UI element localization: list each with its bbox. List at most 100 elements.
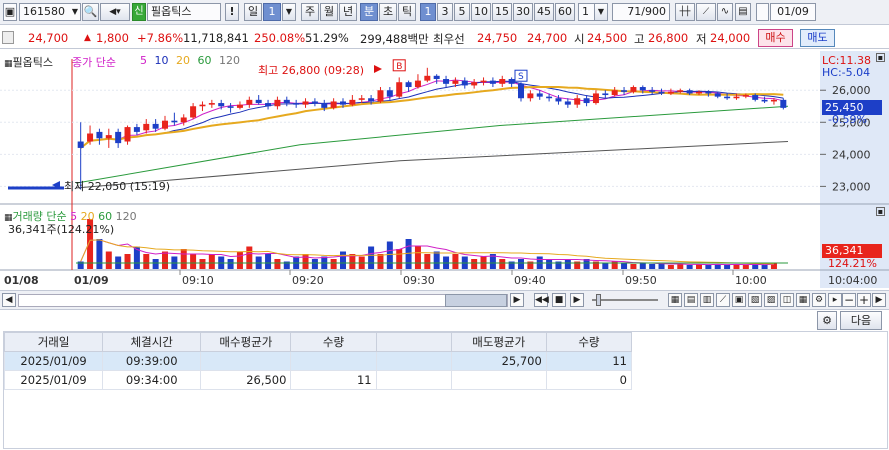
tool-3-icon[interactable]: ▥	[700, 293, 714, 307]
zoom-slider-handle[interactable]	[596, 294, 601, 306]
open-label: 시	[574, 32, 585, 46]
tool-2-icon[interactable]: ▤	[684, 293, 698, 307]
col-exec-time: 체결시간	[102, 332, 202, 352]
tool-9-icon[interactable]: ▦	[796, 293, 810, 307]
scroll-right-button[interactable]: ▶	[510, 293, 524, 307]
candle	[621, 90, 628, 92]
zoom-out-button[interactable]: −	[842, 293, 856, 307]
quote-menu-icon[interactable]	[2, 31, 14, 44]
page-count-field[interactable]: 71/900	[612, 3, 670, 21]
tool-8-icon[interactable]: ◫	[780, 293, 794, 307]
sell-button[interactable]: 매도	[800, 29, 835, 47]
trade-history-panel: ⚙ 다음 거래일 체결시간 매수평균가 수량 매도평균가 수량 2025/01/…	[0, 310, 889, 450]
minute-3-button[interactable]: 3	[437, 3, 453, 21]
stock-code-input[interactable]: 161580 ▼	[19, 3, 81, 21]
chart-scrollbar[interactable]: ◀ ▶ ◀◀ ■ ▶ ▦ ▤ ▥ ⟋ ▣ ▧ ▨ ◫ ▦ ⚙ ▸ − + ▶	[0, 290, 889, 310]
period-year-button[interactable]: 년	[339, 3, 357, 21]
minute-30-button[interactable]: 30	[513, 3, 533, 21]
stop-icon[interactable]: ■	[552, 293, 566, 307]
trade-table: 거래일 체결시간 매수평균가 수량 매도평균가 수량 2025/01/09 09…	[3, 332, 633, 390]
candle-type-icon[interactable]: ┼┼	[675, 3, 695, 21]
period-tick-button[interactable]: 틱	[398, 3, 416, 21]
y-tick-label: 23,000	[832, 180, 871, 193]
line-type-icon[interactable]: ⟋	[696, 3, 716, 21]
minute-5-button[interactable]: 5	[454, 3, 470, 21]
minute-1-button[interactable]: 1	[420, 3, 436, 21]
period-day-button[interactable]: 일	[244, 3, 262, 21]
minute-45-button[interactable]: 45	[534, 3, 554, 21]
volume-bar	[208, 254, 215, 269]
vol-pane-close-icon[interactable]: ▪	[876, 207, 885, 216]
cell-buy-qty: 11	[290, 370, 377, 390]
chart-more-icon[interactable]: ▸	[828, 293, 842, 307]
y-tick-label: 24,000	[832, 148, 871, 161]
trade-amount: 299,488백만	[360, 32, 429, 46]
day-count-field[interactable]: 1	[263, 3, 281, 21]
cell-buy-avg: 26,500	[200, 370, 292, 390]
volume-bar	[433, 251, 440, 269]
scroll-thumb[interactable]	[445, 294, 507, 307]
save-icon[interactable]: ▤	[735, 3, 751, 21]
volume-bar	[377, 254, 384, 269]
sell-marker-label: S	[518, 72, 524, 82]
price-pane-close-icon[interactable]: ▪	[876, 53, 885, 62]
day-count-dropdown-icon[interactable]: ▼	[282, 3, 296, 21]
unit-dropdown-icon[interactable]: ▼	[594, 3, 608, 21]
warning-button[interactable]: !	[225, 3, 239, 21]
x-tick-label: 09:10	[182, 274, 214, 287]
date-checkbox[interactable]	[756, 3, 769, 21]
volume-bar	[499, 259, 506, 269]
candle	[770, 99, 777, 102]
minute-15-button[interactable]: 15	[492, 3, 512, 21]
buy-button[interactable]: 매수	[758, 29, 793, 47]
low-label: 저	[696, 32, 707, 46]
rewind-icon[interactable]: ◀◀	[534, 293, 549, 307]
candle	[340, 101, 346, 105]
cell-date: 2025/01/09	[3, 370, 104, 390]
volume-ratio: 250.08%	[254, 31, 306, 45]
stock-name-field[interactable]: 필옵틱스	[147, 3, 221, 21]
cell-sell-qty: 0	[545, 370, 633, 390]
volume-bar	[658, 264, 665, 269]
candle	[686, 90, 693, 94]
next-page-button[interactable]: 다음	[840, 311, 882, 330]
period-month-button[interactable]: 월	[320, 3, 338, 21]
minute-10-button[interactable]: 10	[471, 3, 491, 21]
price-chart[interactable]: B S 01/08 01/09 09:10 09:20 09:30 09:40 09:50 10…	[0, 51, 889, 291]
candle	[536, 93, 543, 97]
menu-icon[interactable]: ▣	[3, 3, 17, 21]
date-input[interactable]: 01/09	[770, 3, 816, 21]
period-minute-button[interactable]: 분	[360, 3, 378, 21]
table-row[interactable]: 2025/01/09 09:39:00 25,700 11	[3, 351, 633, 371]
candle	[190, 106, 197, 118]
chart-canvas[interactable]: B S 01/08 01/09 09:10 09:20 09:30 09:40 09:50 10…	[0, 51, 889, 291]
period-second-button[interactable]: 초	[379, 3, 397, 21]
play-icon[interactable]: ▶	[570, 293, 584, 307]
zoom-in-button[interactable]: +	[857, 293, 871, 307]
volume-bar	[667, 265, 674, 269]
vol-pct-tag: 124.21%	[828, 257, 877, 270]
period-week-button[interactable]: 주	[301, 3, 319, 21]
reset-view-icon[interactable]: ▶	[872, 293, 886, 307]
tool-4-icon[interactable]: ⟋	[716, 293, 730, 307]
tool-6-icon[interactable]: ▧	[748, 293, 762, 307]
volume-bar	[180, 249, 187, 269]
tool-5-icon[interactable]: ▣	[732, 293, 746, 307]
candle	[227, 106, 234, 108]
price-change-pct: +7.86%	[137, 31, 184, 45]
scroll-track[interactable]	[18, 294, 508, 307]
settings-icon[interactable]: ⚙	[812, 293, 826, 307]
volume-bar	[424, 254, 431, 269]
tool-1-icon[interactable]: ▦	[668, 293, 682, 307]
ask-price: 24,750	[477, 31, 518, 45]
zoom-slider[interactable]	[592, 299, 658, 301]
scroll-left-button[interactable]: ◀	[2, 293, 16, 307]
search-icon[interactable]: 🔍	[82, 3, 99, 21]
panel-settings-icon[interactable]: ⚙	[817, 311, 837, 330]
table-row[interactable]: 2025/01/09 09:34:00 26,500 11 0	[3, 370, 633, 390]
dropdown-arrow-icon: ▼	[71, 7, 78, 16]
minute-60-button[interactable]: 60	[555, 3, 575, 21]
tool-7-icon[interactable]: ▨	[764, 293, 778, 307]
indicator-icon[interactable]: ∿	[717, 3, 733, 21]
speaker-icon[interactable]: ◀▾	[100, 3, 130, 21]
